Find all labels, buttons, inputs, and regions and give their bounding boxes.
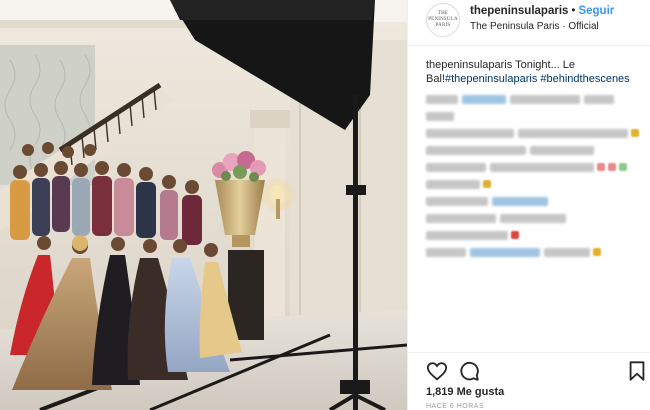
emoji-icon bbox=[593, 248, 601, 256]
post-photo[interactable] bbox=[0, 0, 407, 410]
blurred-text bbox=[426, 180, 480, 189]
emoji-icon bbox=[631, 129, 639, 137]
blurred-text bbox=[426, 197, 488, 206]
avatar-logo: THE PENINSULA PARIS bbox=[427, 11, 459, 29]
blurred-text bbox=[510, 95, 580, 104]
blurred-text bbox=[426, 146, 526, 155]
follow-button[interactable]: Seguir bbox=[578, 5, 614, 17]
blurred-text bbox=[544, 248, 590, 257]
actions-divider bbox=[408, 352, 650, 353]
emoji-icon bbox=[619, 163, 627, 171]
comment-row bbox=[426, 160, 646, 174]
hashtag-link-1[interactable]: #thepeninsulaparis bbox=[445, 73, 537, 85]
blurred-mention[interactable] bbox=[492, 197, 548, 206]
blurred-text bbox=[490, 163, 594, 172]
blurred-text bbox=[518, 129, 628, 138]
blurred-text bbox=[426, 248, 466, 257]
emoji-icon bbox=[511, 231, 519, 239]
blurred-text bbox=[426, 231, 508, 240]
comment-icon[interactable] bbox=[458, 360, 480, 382]
blurred-text bbox=[584, 95, 614, 104]
comment-row bbox=[426, 177, 646, 191]
blurred-text bbox=[500, 214, 566, 223]
likes-count[interactable]: 1,819 Me gusta bbox=[426, 386, 504, 398]
blurred-text bbox=[426, 163, 486, 172]
header-username-link[interactable]: thepeninsulaparis bbox=[470, 5, 568, 17]
header-separator: • bbox=[571, 5, 576, 17]
comment-row bbox=[426, 245, 646, 259]
comment-row bbox=[426, 109, 646, 123]
comment-row bbox=[426, 211, 646, 225]
emoji-icon bbox=[597, 163, 605, 171]
avatar[interactable]: THE PENINSULA PARIS bbox=[426, 3, 460, 37]
hashtag-link-2[interactable]: #behindthescenes bbox=[537, 73, 629, 85]
post-caption: thepeninsulaparis Tonight... Le Bal!#the… bbox=[426, 58, 641, 86]
post-actions bbox=[426, 360, 646, 382]
location-link[interactable]: The Peninsula Paris · Official bbox=[470, 21, 599, 32]
blurred-mention[interactable] bbox=[462, 95, 506, 104]
post-side-panel: THE PENINSULA PARIS thepeninsulaparis • Se… bbox=[407, 0, 650, 410]
comment-row bbox=[426, 92, 646, 106]
comment-row bbox=[426, 228, 646, 242]
caption-username-link[interactable]: thepeninsulaparis bbox=[426, 59, 512, 71]
comment-row bbox=[426, 194, 646, 208]
heart-icon[interactable] bbox=[426, 360, 448, 382]
comment-row bbox=[426, 143, 646, 157]
blurred-text bbox=[426, 112, 454, 121]
comments-list bbox=[426, 92, 646, 262]
comment-row bbox=[426, 126, 646, 140]
ballroom-photo-illustration bbox=[0, 0, 407, 410]
blurred-mention[interactable] bbox=[470, 248, 540, 257]
post-timestamp: HACE 6 HORAS bbox=[426, 403, 485, 410]
header-divider bbox=[408, 45, 650, 46]
emoji-icon bbox=[483, 180, 491, 188]
blurred-text bbox=[426, 214, 496, 223]
bookmark-icon[interactable] bbox=[626, 360, 648, 382]
header-user-line: thepeninsulaparis • Seguir bbox=[470, 5, 614, 17]
blurred-text bbox=[426, 95, 458, 104]
avatar-logo-line-1: THE PENINSULA bbox=[428, 11, 458, 22]
blurred-text bbox=[530, 146, 594, 155]
blurred-text bbox=[426, 129, 514, 138]
emoji-icon bbox=[608, 163, 616, 171]
avatar-logo-line-2: PARIS bbox=[435, 23, 451, 28]
post-header: THE PENINSULA PARIS thepeninsulaparis • Se… bbox=[408, 0, 650, 45]
